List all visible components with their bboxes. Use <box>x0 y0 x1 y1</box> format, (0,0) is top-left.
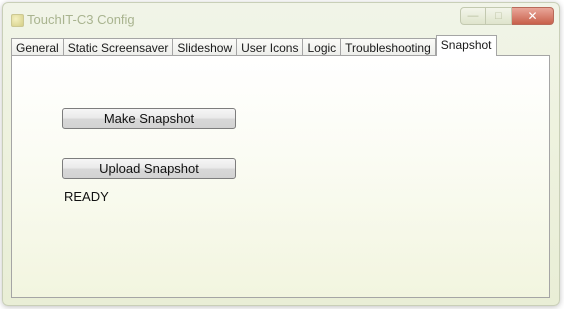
tab-slideshow[interactable]: Slideshow <box>172 38 238 56</box>
window-title: TouchIT-C3 Config <box>27 12 135 27</box>
tab-general[interactable]: General <box>11 38 64 56</box>
tab-strip: General Static Screensaver Slideshow Use… <box>11 35 497 56</box>
title-bar[interactable]: TouchIT-C3 Config — □ ✕ <box>3 3 559 35</box>
snapshot-tab-page: Make Snapshot Upload Snapshot READY <box>11 55 550 298</box>
close-button[interactable]: ✕ <box>512 7 554 25</box>
upload-snapshot-button[interactable]: Upload Snapshot <box>62 158 236 179</box>
status-label: READY <box>64 189 109 204</box>
tab-troubleshooting[interactable]: Troubleshooting <box>340 38 436 56</box>
tab-snapshot[interactable]: Snapshot <box>435 35 497 56</box>
tab-logic[interactable]: Logic <box>302 38 342 56</box>
tab-static-screensaver[interactable]: Static Screensaver <box>62 38 174 56</box>
make-snapshot-button[interactable]: Make Snapshot <box>62 108 236 129</box>
caption-buttons: — □ ✕ <box>460 7 554 25</box>
tab-user-icons[interactable]: User Icons <box>236 38 304 56</box>
minimize-button[interactable]: — <box>460 7 486 25</box>
maximize-button[interactable]: □ <box>486 7 512 25</box>
maximize-icon: □ <box>495 10 502 22</box>
app-window: TouchIT-C3 Config — □ ✕ General Static S… <box>2 2 560 306</box>
minimize-icon: — <box>467 10 479 22</box>
close-icon: ✕ <box>527 9 538 23</box>
app-icon <box>11 14 24 27</box>
